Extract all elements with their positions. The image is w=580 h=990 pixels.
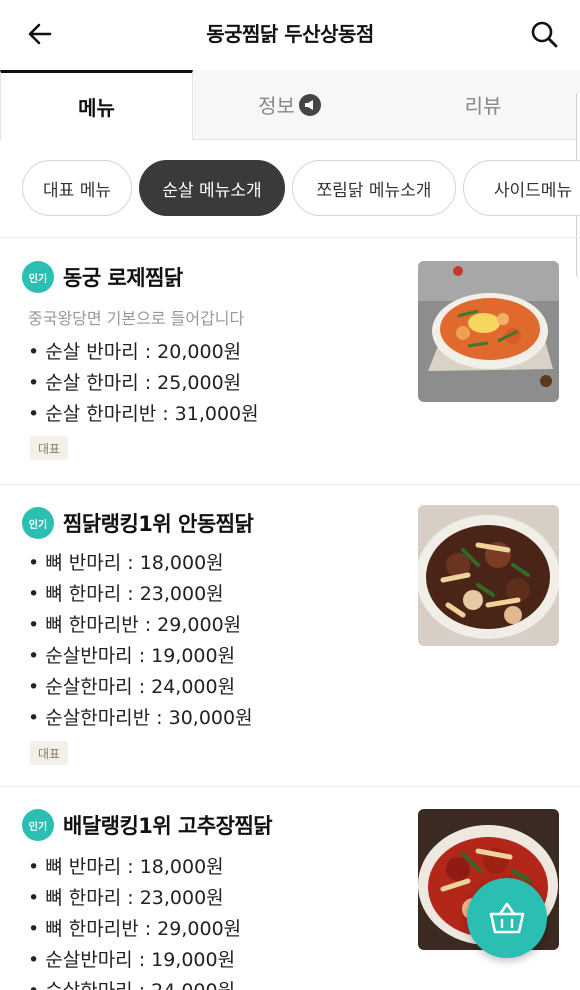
price-options: 순살 반마리 : 20,000원 순살 한마리 : 25,000원 순살 한마리… <box>28 337 259 430</box>
store-tabs: 메뉴 정보 리뷰 <box>0 70 580 140</box>
search-icon <box>531 21 558 48</box>
menu-item-name: 찜닭랭킹1위 안동찜닭 <box>63 512 254 536</box>
menu-item[interactable]: 인기 동궁 로제찜닭 중국왕당면 기본으로 들어갑니다 순살 반마리 : 20,… <box>0 239 580 485</box>
menu-item-name: 동궁 로제찜닭 <box>63 266 183 290</box>
menu-item-name: 배달랭킹1위 고추장찜닭 <box>63 814 273 838</box>
chip-signature-menu[interactable]: 대표 메뉴 <box>22 160 132 216</box>
price-option: 뼈 한마리 : 23,000원 <box>28 579 253 610</box>
price-option: 순살한마리 : 24,000원 <box>28 672 253 703</box>
tab-menu-label: 메뉴 <box>78 96 115 120</box>
tab-review[interactable]: 리뷰 <box>386 70 580 139</box>
basket-icon <box>489 902 525 934</box>
menu-item-name-row: 인기 찜닭랭킹1위 안동찜닭 <box>22 507 254 539</box>
price-option: 순살반마리 : 19,000원 <box>28 641 253 672</box>
popular-badge: 인기 <box>22 809 54 841</box>
menu-item-photo <box>418 505 559 646</box>
tab-review-label: 리뷰 <box>464 94 502 118</box>
price-option: 순살 한마리 : 25,000원 <box>28 368 259 399</box>
menu-item-description: 중국왕당면 기본으로 들어갑니다 <box>28 309 245 328</box>
chip-side-menu[interactable]: 사이드메뉴 <box>463 160 580 216</box>
popular-badge: 인기 <box>22 261 54 293</box>
tab-info[interactable]: 정보 <box>193 70 386 139</box>
chip-boneless-menu[interactable]: 순살 메뉴소개 <box>139 160 285 216</box>
price-options: 뼈 반마리 : 18,000원 뼈 한마리 : 23,000원 뼈 한마리반 :… <box>28 548 253 734</box>
price-option: 순살한마리반 : 30,000원 <box>28 703 252 734</box>
menu-item[interactable]: 인기 찜닭랭킹1위 안동찜닭 뼈 반마리 : 18,000원 뼈 한마리 : 2… <box>0 485 580 787</box>
app-header: 동궁찜닭 두산상동점 <box>0 0 580 70</box>
price-option: 순살 한마리반 : 31,000원 <box>28 399 258 430</box>
menu-item-name-row: 인기 동궁 로제찜닭 <box>22 261 183 293</box>
price-option: 뼈 반마리 : 18,000원 <box>28 852 241 883</box>
menu-item-photo <box>418 261 559 402</box>
tab-info-label: 정보 <box>258 94 295 118</box>
price-option: 뼈 반마리 : 18,000원 <box>28 548 253 579</box>
price-option: 뼈 한마리 : 23,000원 <box>28 883 241 914</box>
chip-braised-menu[interactable]: 쪼림닭 메뉴소개 <box>292 160 456 216</box>
search-button[interactable] <box>522 12 566 56</box>
price-option: 순살한마리 : 24,000원 <box>28 976 241 990</box>
signature-tag: 대표 <box>30 741 69 765</box>
tab-menu[interactable]: 메뉴 <box>0 70 193 140</box>
category-chips: 대표 메뉴 순살 메뉴소개 쪼림닭 메뉴소개 사이드메뉴 <box>0 140 580 238</box>
megaphone-icon <box>298 93 321 116</box>
signature-tag: 대표 <box>30 436 69 460</box>
price-option: 뼈 한마리반 : 29,000원 <box>28 610 253 641</box>
menu-item-name-row: 인기 배달랭킹1위 고추장찜닭 <box>22 809 273 841</box>
price-option: 순살 반마리 : 20,000원 <box>28 337 259 368</box>
cart-button[interactable] <box>467 878 547 958</box>
store-title: 동궁찜닭 두산상동점 <box>206 22 374 46</box>
price-option: 뼈 한마리반 : 29,000원 <box>28 914 241 945</box>
price-options: 뼈 반마리 : 18,000원 뼈 한마리 : 23,000원 뼈 한마리반 :… <box>28 852 241 990</box>
popular-badge: 인기 <box>22 507 54 539</box>
price-option: 순살반마리 : 19,000원 <box>28 945 241 976</box>
